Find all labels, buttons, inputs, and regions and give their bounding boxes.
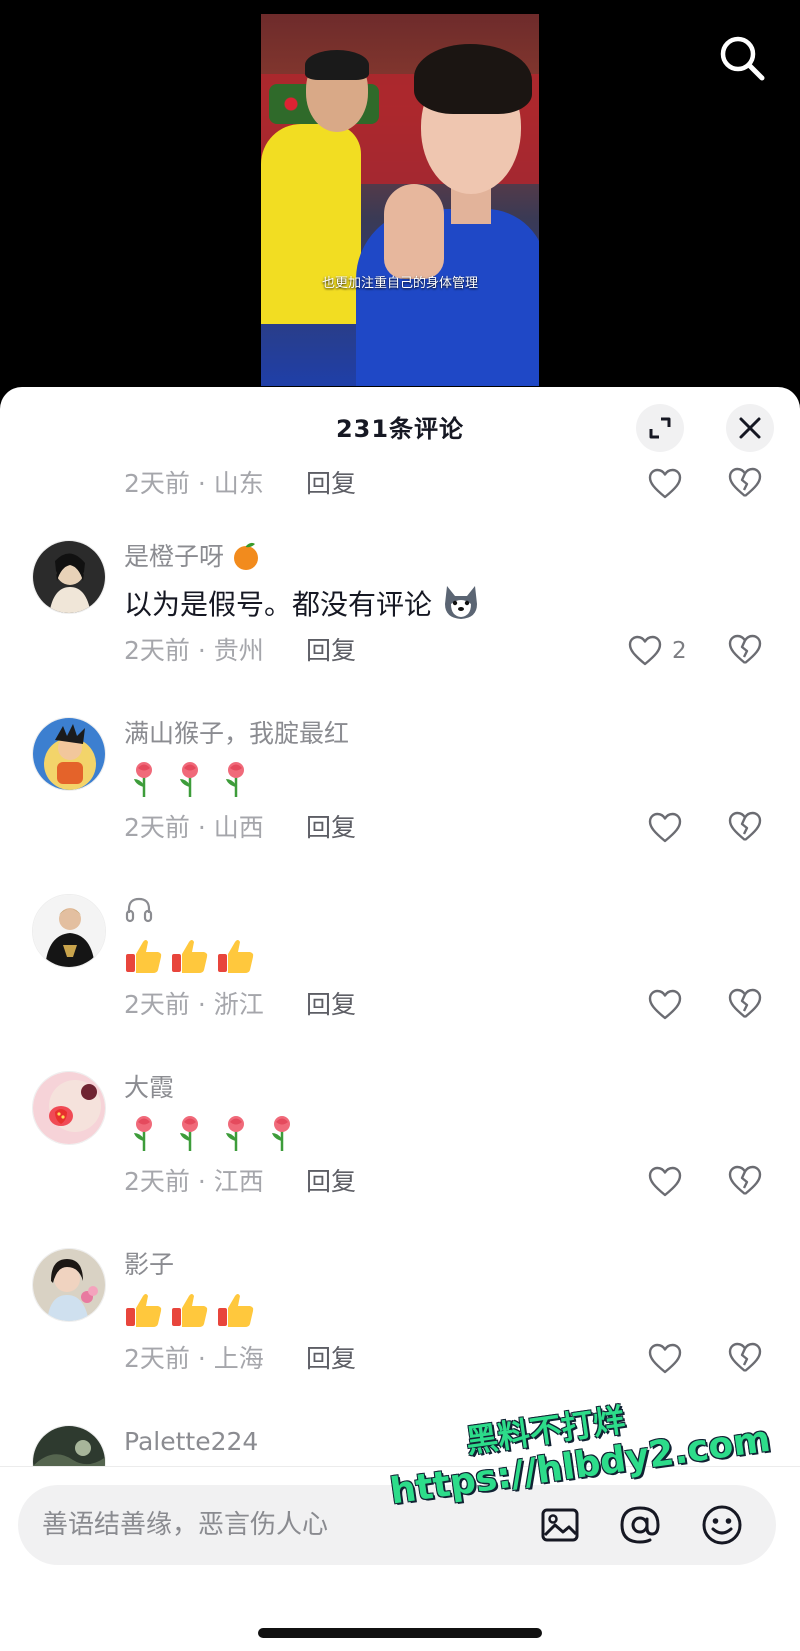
thumbs-up-emoji-icon <box>218 1294 254 1327</box>
orange-emoji-icon <box>233 542 258 570</box>
comment-username[interactable]: 大霞 <box>124 1071 174 1105</box>
rose-emoji-icon <box>226 762 244 797</box>
comment-username[interactable]: 满山猴子，我腚最红 <box>124 717 349 751</box>
heart-icon <box>648 468 682 499</box>
heart-icon <box>648 1343 682 1374</box>
comment-time-location: 2天前 · 上海 <box>124 1344 264 1373</box>
broken-heart-icon <box>728 1342 762 1372</box>
like-button[interactable]: 2 <box>628 634 698 668</box>
like-button[interactable] <box>648 811 718 845</box>
heart-icon <box>648 1166 682 1197</box>
avatar[interactable] <box>32 894 106 968</box>
sheet-header: 231条评论 <box>0 387 800 463</box>
rose-emoji-icon <box>134 762 152 797</box>
comment-emoji-row <box>124 1290 256 1330</box>
rose-emoji-icon <box>180 1116 198 1151</box>
comment-time-location: 2天前 · 贵州 <box>124 636 264 665</box>
dislike-button[interactable] <box>728 988 768 1022</box>
comment-meta-row: 2天前 · 上海 回复 <box>124 1342 784 1376</box>
like-button[interactable] <box>648 467 718 501</box>
comment-input-placeholder: 善语结善缘，恶言伤人心 <box>42 1510 329 1540</box>
comment-item: 是橙子呀 以为是假号。都没有评论 2天前 · 贵州 回复 2 <box>0 540 800 716</box>
heart-icon <box>628 635 662 666</box>
comment-meta-row: 2天前 · 江西 回复 <box>124 1165 784 1199</box>
broken-heart-icon <box>728 467 762 497</box>
comment-time-location: 2天前 · 山西 <box>124 813 264 842</box>
video-caption: 也更加注重自己的身体管理 <box>321 276 478 291</box>
comment-item: 满山猴子，我腚最红 2天前 · 山西 回复 <box>0 717 800 893</box>
avatar[interactable] <box>32 1248 106 1322</box>
heart-icon <box>648 989 682 1020</box>
comment-time-location: 2天前 · 浙江 <box>124 990 264 1019</box>
reply-button[interactable]: 回复 <box>306 988 356 1022</box>
dislike-button[interactable] <box>728 634 768 668</box>
broken-heart-icon <box>728 988 762 1018</box>
comment-meta-row: 2天前 · 山西 回复 <box>124 811 784 845</box>
headphones-icon <box>125 897 153 923</box>
video-person-left <box>261 50 371 384</box>
dislike-button[interactable] <box>728 1165 768 1199</box>
dislike-button[interactable] <box>728 811 768 845</box>
comment-text: 以为是假号。都没有评论 <box>124 582 481 625</box>
thumbs-up-emoji-icon <box>172 1294 208 1327</box>
broken-heart-icon <box>728 634 762 664</box>
rose-emoji-icon <box>180 762 198 797</box>
comment-emoji-row <box>124 1113 302 1153</box>
comment-meta-row: 2天前 · 浙江 回复 <box>124 988 784 1022</box>
comment-meta-row: 2天前 · 贵州 回复 2 <box>124 634 784 668</box>
avatar[interactable] <box>32 717 106 791</box>
rose-emoji-icon <box>272 1116 290 1151</box>
rose-emoji-icon <box>134 1116 152 1151</box>
avatar[interactable] <box>32 540 106 614</box>
video-person-right <box>356 34 539 386</box>
expand-icon <box>649 417 671 439</box>
thumbs-up-emoji-icon <box>218 940 254 973</box>
comment-username[interactable]: 影子 <box>124 1248 174 1282</box>
avatar[interactable] <box>32 1071 106 1145</box>
close-icon <box>739 417 761 439</box>
emoji-icon[interactable] <box>700 1503 744 1547</box>
reply-button[interactable]: 回复 <box>306 634 356 668</box>
like-button[interactable] <box>648 1165 718 1199</box>
video-area[interactable]: 也更加注重自己的身体管理 <box>0 0 800 400</box>
comment-item: 2天前 · 浙江 回复 <box>0 894 800 1070</box>
thumbs-up-emoji-icon <box>172 940 208 973</box>
heart-icon <box>648 812 682 843</box>
home-indicator[interactable] <box>258 1628 542 1638</box>
reply-button[interactable]: 回复 <box>306 1342 356 1376</box>
comment-time-location: 2天前 · 山东 <box>124 469 264 498</box>
broken-heart-icon <box>728 811 762 841</box>
husky-emoji-icon <box>444 586 477 619</box>
comment-username[interactable]: Palette224 <box>124 1425 258 1459</box>
comment-item: 大霞 2天前 · 江西 回复 <box>0 1071 800 1247</box>
comment-time-location: 2天前 · 江西 <box>124 1167 264 1196</box>
like-button[interactable] <box>648 988 718 1022</box>
comment-username[interactable]: 是橙子呀 <box>124 540 260 574</box>
comment-emoji-row <box>124 936 256 976</box>
reply-button[interactable]: 回复 <box>306 1165 356 1199</box>
rose-emoji-icon <box>226 1116 244 1151</box>
close-button[interactable] <box>726 404 774 452</box>
dislike-button[interactable] <box>728 1342 768 1376</box>
thumbs-up-emoji-icon <box>126 940 162 973</box>
expand-button[interactable] <box>636 404 684 452</box>
like-count: 2 <box>672 638 687 664</box>
comment-meta-row: 2天前 · 山东 回复 <box>124 467 784 501</box>
comment-username[interactable] <box>124 894 154 928</box>
video-player[interactable]: 也更加注重自己的身体管理 <box>261 14 539 386</box>
dislike-button[interactable] <box>728 467 768 501</box>
search-icon[interactable] <box>716 32 768 84</box>
reply-button[interactable]: 回复 <box>306 811 356 845</box>
broken-heart-icon <box>728 1165 762 1195</box>
thumbs-up-emoji-icon <box>126 1294 162 1327</box>
reply-button[interactable]: 回复 <box>306 467 356 501</box>
like-button[interactable] <box>648 1342 718 1376</box>
comment-emoji-row <box>124 759 256 799</box>
